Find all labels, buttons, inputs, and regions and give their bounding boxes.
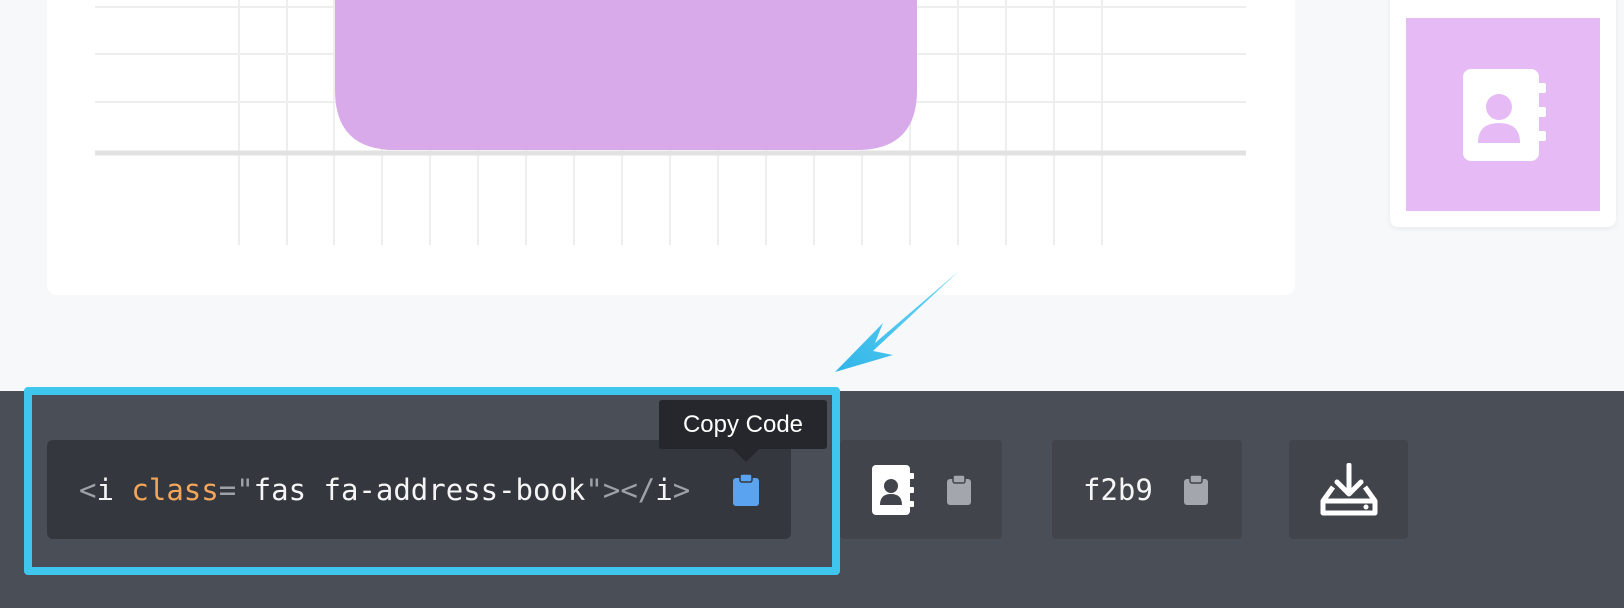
code-tag-name: i bbox=[96, 472, 114, 507]
code-quote-open: " bbox=[236, 472, 254, 507]
icon-preview-area bbox=[0, 0, 1624, 391]
code-attr-name: class bbox=[131, 472, 219, 507]
code-text: <i class="fas fa-address-book"></i> bbox=[79, 473, 690, 507]
address-book-icon-preview bbox=[335, 0, 917, 150]
code-equals: = bbox=[218, 472, 237, 507]
code-open-bracket: < bbox=[79, 472, 97, 507]
icon-thumbnail-card[interactable] bbox=[1390, 0, 1616, 227]
code-close-tag-name: i bbox=[655, 472, 673, 507]
download-icon bbox=[1320, 462, 1377, 515]
tooltip-tail bbox=[733, 449, 759, 462]
copy-glyph-clipboard-icon[interactable] bbox=[946, 473, 972, 506]
pointer-arrow-icon bbox=[835, 270, 960, 372]
glyph-copy-tile[interactable] bbox=[840, 440, 1002, 539]
code-close-open-tag: ></ bbox=[602, 472, 656, 507]
copy-code-tooltip: Copy Code bbox=[659, 400, 827, 449]
icon-thumbnail bbox=[1406, 18, 1600, 211]
code-close-bracket: > bbox=[672, 472, 691, 507]
copy-code-clipboard-icon[interactable] bbox=[732, 473, 760, 507]
address-book-icon bbox=[872, 464, 914, 515]
preview-grid bbox=[95, 0, 1246, 245]
download-button[interactable] bbox=[1289, 440, 1408, 539]
copy-unicode-clipboard-icon[interactable] bbox=[1183, 473, 1209, 506]
preview-card bbox=[47, 0, 1295, 295]
unicode-copy-tile[interactable]: f2b9 bbox=[1052, 440, 1242, 539]
html-code-snippet[interactable]: <i class="fas fa-address-book"></i> bbox=[47, 440, 791, 539]
unicode-value: f2b9 bbox=[1083, 472, 1153, 507]
code-quote-close: " bbox=[585, 472, 603, 507]
address-book-icon bbox=[1463, 68, 1546, 161]
code-attr-value: fas fa-address-book bbox=[253, 472, 586, 507]
tooltip-label: Copy Code bbox=[682, 410, 804, 438]
